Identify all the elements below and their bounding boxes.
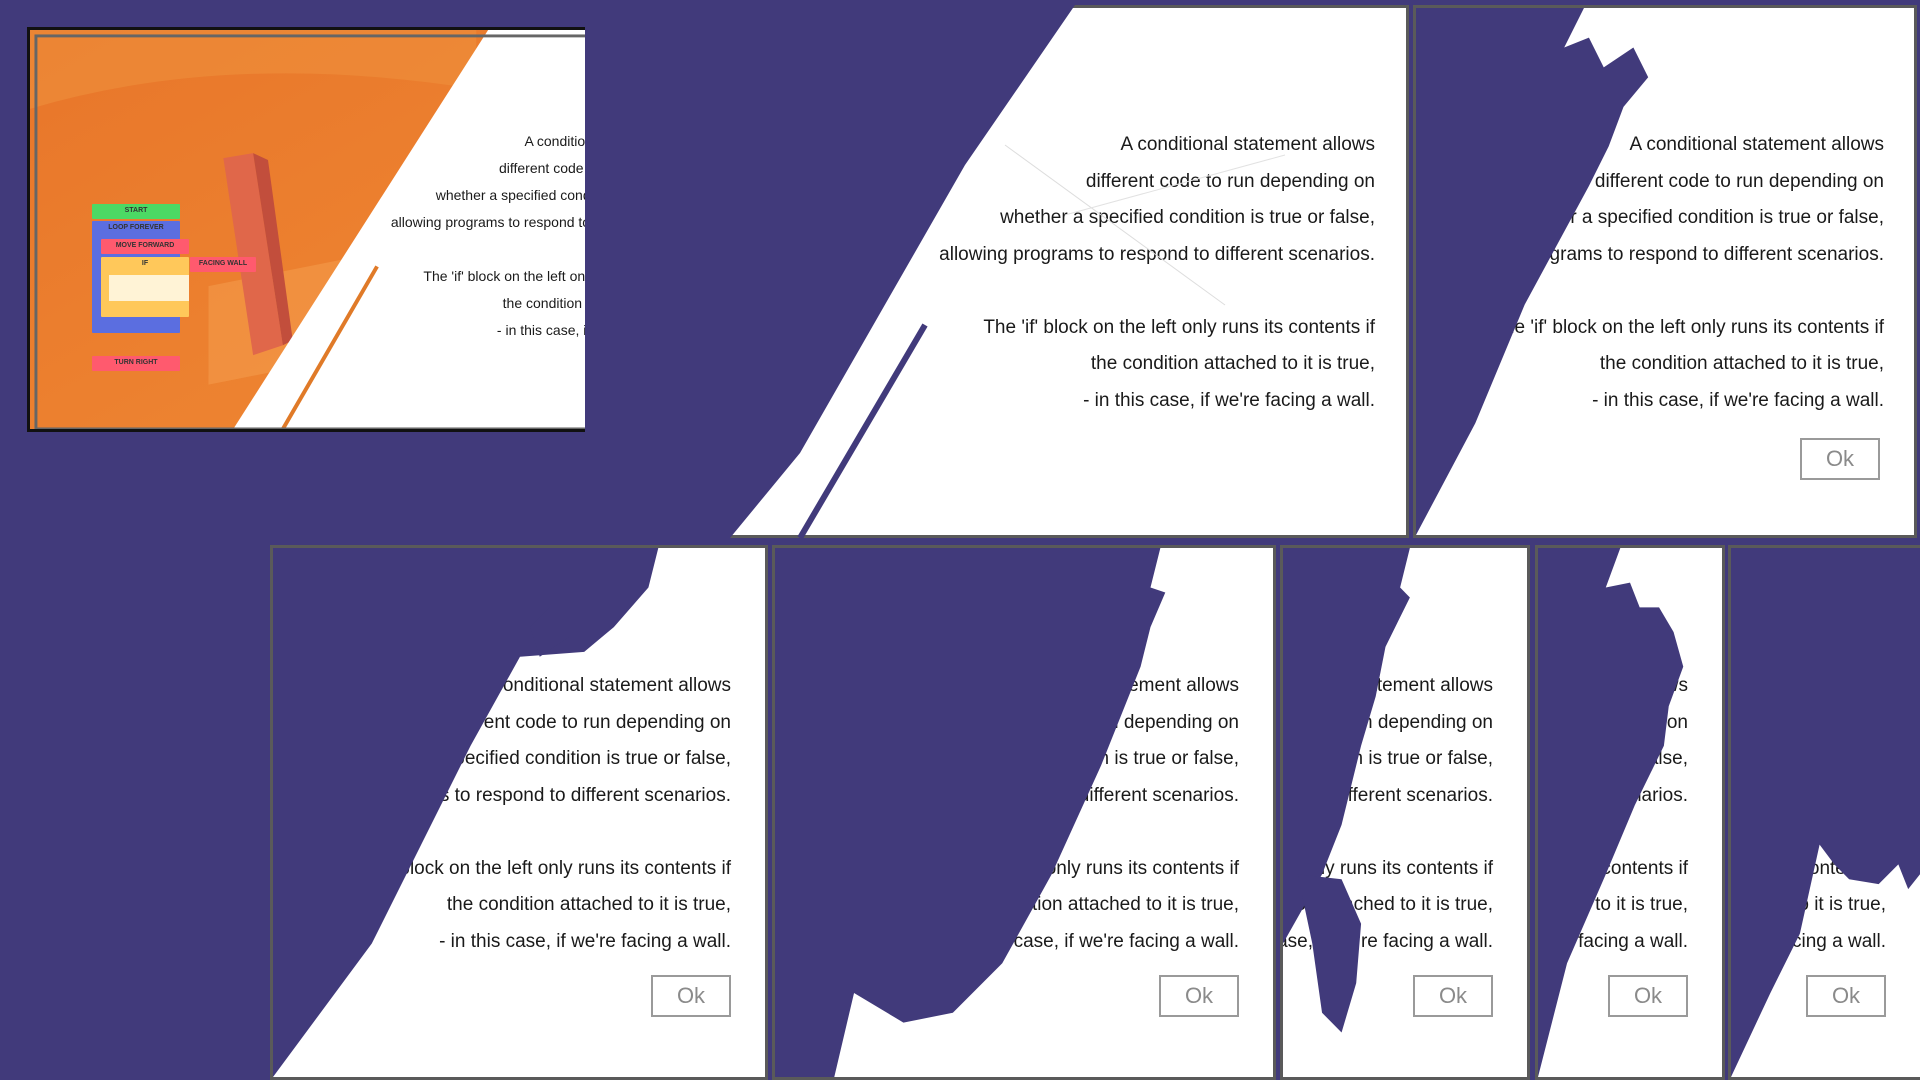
start-block: START bbox=[92, 204, 180, 219]
ok-button[interactable]: Ok bbox=[1806, 975, 1886, 1017]
text-line: allowing programs to respond to differen… bbox=[1728, 784, 1886, 806]
text-line: The 'if' block on the left only runs its… bbox=[847, 857, 1239, 879]
text-line: the condition attached to it is true, bbox=[954, 894, 1239, 915]
text-line: - in this case, if we're facing a wall. bbox=[1283, 930, 1493, 952]
text-line: The 'if' block on the left only runs its… bbox=[1283, 857, 1493, 879]
loop-forever-label: LOOP FOREVER bbox=[108, 224, 164, 231]
dialog-text: A conditional statement allows different… bbox=[1448, 127, 1884, 419]
text-line: A conditional statement allows bbox=[1283, 675, 1493, 696]
text-line: - in this case, if we're facing a wall. bbox=[1538, 930, 1688, 952]
if-block: IF bbox=[101, 257, 189, 317]
text-line: A conditional statement allows bbox=[984, 675, 1239, 696]
ok-button[interactable]: Ok bbox=[1413, 975, 1493, 1017]
dialog-text: A conditional statement allows different… bbox=[1280, 668, 1493, 960]
text-line: A conditional statement allows bbox=[476, 675, 731, 696]
text-line: allowing programs to respond to differen… bbox=[1538, 784, 1688, 806]
text-line: The 'if' block on the left only runs its… bbox=[1535, 857, 1688, 879]
frame-5-dialog: A conditional statement allows different… bbox=[772, 545, 1276, 1080]
dialog-text: A conditional statement allows different… bbox=[1728, 668, 1886, 960]
frame-3-dialog: A conditional statement allows different… bbox=[1413, 5, 1917, 538]
frame-6-dialog: A conditional statement allows different… bbox=[1280, 545, 1530, 1080]
text-line: different code to run depending on bbox=[1085, 170, 1375, 192]
text-line: - in this case, if we're facing a wall. bbox=[439, 930, 731, 952]
text-line: the condition attached to it is true, bbox=[1281, 894, 1493, 915]
ok-button[interactable]: Ok bbox=[651, 975, 731, 1017]
text-line: allowing programs to respond to differen… bbox=[1448, 243, 1884, 265]
text-line: allowing programs to respond to differen… bbox=[295, 784, 731, 806]
text-line: - in this case, if we're facing a wall. bbox=[1592, 389, 1884, 411]
text-line: A conditional statement allows bbox=[1536, 675, 1688, 696]
text-line: whether a specified condition is true or… bbox=[356, 748, 731, 769]
text-line: whether a specified condition is true or… bbox=[1730, 748, 1886, 769]
text-line: allowing programs to respond to differen… bbox=[1283, 784, 1493, 806]
text-line: A conditional statement allows bbox=[1629, 134, 1884, 155]
if-label: IF bbox=[141, 260, 149, 267]
frame-7-dialog: A conditional statement allows different… bbox=[1535, 545, 1725, 1080]
ok-button[interactable]: Ok bbox=[1800, 438, 1880, 480]
text-line: whether a specified condition is true or… bbox=[864, 748, 1239, 769]
text-line: The 'if' block on the left only runs its… bbox=[339, 857, 731, 879]
text-line: The 'if' block on the left only runs its… bbox=[1492, 316, 1884, 338]
text-line: the condition attached to it is true, bbox=[1730, 894, 1886, 915]
text-line: allowing programs to respond to differen… bbox=[939, 243, 1375, 265]
text-line: whether a specified condition is true or… bbox=[1535, 748, 1688, 769]
text-line: the condition attached to it is true, bbox=[1599, 353, 1884, 374]
ok-button[interactable]: Ok bbox=[1159, 975, 1239, 1017]
turn-right-block: TURN RIGHT bbox=[92, 356, 180, 371]
text-line: the condition attached to it is true, bbox=[1090, 353, 1375, 374]
text-line: The 'if' block on the left only runs its… bbox=[1731, 857, 1886, 879]
text-line: whether a specified condition is true or… bbox=[1509, 207, 1884, 228]
text-line: different code to run depending on bbox=[1280, 711, 1493, 733]
move-forward-block: MOVE FORWARD bbox=[101, 239, 189, 254]
text-line: different code to run depending on bbox=[949, 711, 1239, 733]
text-line: A conditional statement allows bbox=[1120, 134, 1375, 155]
text-line: different code to run depending on bbox=[1538, 711, 1688, 733]
dialog-text: A conditional statement allows different… bbox=[1535, 668, 1688, 960]
dialog-text: A conditional statement allows different… bbox=[939, 127, 1375, 419]
frame-8-dialog: A conditional statement allows different… bbox=[1728, 545, 1920, 1080]
text-line: - in this case, if we're facing a wall. bbox=[1083, 389, 1375, 411]
text-line: allowing programs to respond to differen… bbox=[803, 784, 1239, 806]
text-line: the condition attached to it is true, bbox=[1538, 894, 1688, 915]
frame-2-dialog: A conditional statement allows different… bbox=[585, 5, 1409, 538]
dialog-text: A conditional statement allows different… bbox=[295, 668, 731, 960]
text-line: different code to run depending on bbox=[1731, 711, 1886, 733]
text-line: different code to run depending on bbox=[441, 711, 731, 733]
dialog-text: A conditional statement allows different… bbox=[803, 668, 1239, 960]
text-line: whether a specified condition is true or… bbox=[1000, 207, 1375, 228]
text-line: - in this case, if we're facing a wall. bbox=[947, 930, 1239, 952]
text-line: - in this case, if we're facing a wall. bbox=[1728, 930, 1886, 952]
text-line: different code to run depending on bbox=[1594, 170, 1884, 192]
text-line: the condition attached to it is true, bbox=[446, 894, 731, 915]
frame-4-dialog: A conditional statement allows different… bbox=[270, 545, 768, 1080]
text-line: A conditional statement allows bbox=[1731, 675, 1886, 696]
ok-button[interactable]: Ok bbox=[1608, 975, 1688, 1017]
text-line: whether a specified condition is true or… bbox=[1283, 748, 1493, 769]
text-line: The 'if' block on the left only runs its… bbox=[983, 316, 1375, 338]
facing-wall-condition-block: FACING WALL bbox=[190, 257, 256, 272]
if-slot bbox=[109, 275, 189, 301]
